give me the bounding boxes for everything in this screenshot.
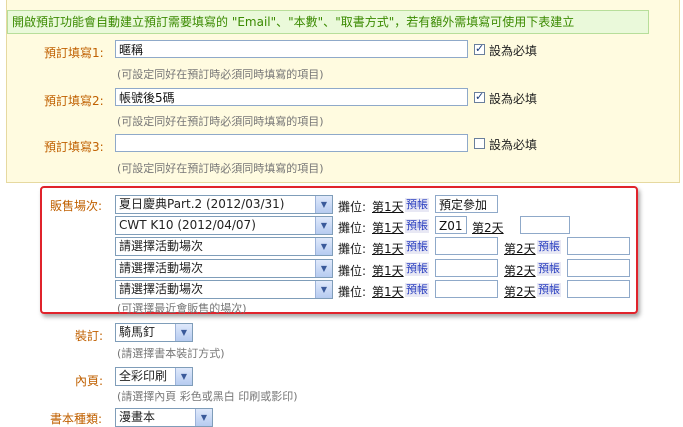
binding-select-value: 騎馬釘 bbox=[119, 325, 156, 339]
day1-booth-input-2[interactable]: Z01 bbox=[435, 216, 467, 234]
preorder-field-1-label: 預訂填寫1: bbox=[44, 46, 104, 60]
day1-label-2: 第1天 bbox=[372, 221, 404, 235]
book-type-select[interactable]: 漫畫本 ▼ bbox=[115, 408, 213, 427]
chevron-down-icon: ▼ bbox=[315, 238, 332, 255]
preorder-book-link-4[interactable]: 預帳 bbox=[405, 262, 429, 276]
event-select-3-value: 請選擇活動場次 bbox=[119, 239, 204, 253]
booth-label-5: 攤位: bbox=[338, 285, 367, 299]
binding-hint: (請選擇書本裝訂方式) bbox=[117, 347, 225, 360]
preorder-field-2-required-checkbox[interactable] bbox=[474, 90, 485, 103]
preorder-field-1-hint: (可設定同好在預訂時必須同時填寫的項目) bbox=[117, 68, 324, 81]
event-select-1-value: 夏日慶典Part.2 (2012/03/31) bbox=[119, 197, 285, 211]
day2-booth-input-5[interactable] bbox=[567, 280, 630, 298]
preorder-field-3-label: 預訂填寫3: bbox=[44, 140, 104, 154]
event-select-3[interactable]: 請選擇活動場次 ▼ bbox=[115, 237, 333, 256]
chevron-down-icon: ▼ bbox=[315, 196, 332, 213]
booth-label-3: 攤位: bbox=[338, 242, 367, 256]
preorder-book-link-1[interactable]: 預帳 bbox=[405, 198, 429, 212]
preorder-book-link-4b[interactable]: 預帳 bbox=[537, 262, 561, 276]
binding-label: 裝訂: bbox=[75, 329, 104, 343]
chevron-down-icon: ▼ bbox=[315, 217, 332, 234]
day1-label-1: 第1天 bbox=[372, 200, 404, 214]
preorder-field-3-required-checkbox[interactable] bbox=[474, 138, 485, 149]
pages-hint: (請選擇內頁 彩色或黑白 印刷或影印) bbox=[117, 390, 298, 403]
day2-booth-input-3[interactable] bbox=[567, 237, 630, 255]
pages-select[interactable]: 全彩印刷 ▼ bbox=[115, 367, 193, 386]
preorder-field-1-input[interactable]: 暱稱 bbox=[115, 40, 468, 58]
day1-label-4: 第1天 bbox=[372, 264, 404, 278]
day1-booth-input-5[interactable] bbox=[435, 280, 498, 298]
preorder-book-link-2[interactable]: 預帳 bbox=[405, 219, 429, 233]
day2-booth-input-4[interactable] bbox=[567, 259, 630, 277]
preorder-field-3-input[interactable] bbox=[115, 134, 468, 152]
day2-label-2: 第2天 bbox=[472, 221, 504, 235]
preorder-book-link-5[interactable]: 預帳 bbox=[405, 283, 429, 297]
pages-select-value: 全彩印刷 bbox=[119, 369, 168, 383]
day2-label-3: 第2天 bbox=[504, 242, 536, 256]
day1-booth-input-4[interactable] bbox=[435, 259, 498, 277]
booth-label-4: 攤位: bbox=[338, 264, 367, 278]
day1-label-5: 第1天 bbox=[372, 285, 404, 299]
event-select-4-value: 請選擇活動場次 bbox=[119, 261, 204, 275]
book-type-label: 書本種類: bbox=[50, 412, 103, 426]
booth-label-2: 攤位: bbox=[338, 221, 367, 235]
preorder-field-1-required-checkbox[interactable] bbox=[474, 42, 485, 55]
day2-label-5: 第2天 bbox=[504, 285, 536, 299]
chevron-down-icon: ▼ bbox=[315, 281, 332, 298]
pages-label: 內頁: bbox=[75, 374, 104, 388]
preorder-field-2-hint: (可設定同好在預訂時必須同時填寫的項目) bbox=[117, 115, 324, 128]
preorder-book-link-3b[interactable]: 預帳 bbox=[537, 240, 561, 254]
preorder-field-2-required-label: 設為必填 bbox=[489, 92, 538, 106]
booth-label-1: 攤位: bbox=[338, 200, 367, 214]
day2-label-4: 第2天 bbox=[504, 264, 536, 278]
preorder-field-3-required-label: 設為必填 bbox=[489, 138, 538, 152]
day1-booth-input-3[interactable] bbox=[435, 237, 498, 255]
day2-booth-input-2[interactable] bbox=[520, 216, 570, 234]
event-select-5-value: 請選擇活動場次 bbox=[119, 282, 204, 296]
preorder-book-link-5b[interactable]: 預帳 bbox=[537, 283, 561, 297]
preorder-field-3-hint: (可設定同好在預訂時必須同時填寫的項目) bbox=[117, 162, 324, 175]
event-select-5[interactable]: 請選擇活動場次 ▼ bbox=[115, 280, 333, 299]
sales-hint: (可選擇最近會販售的場次) bbox=[117, 302, 247, 315]
preorder-field-2-input[interactable]: 帳號後5碼 bbox=[115, 88, 468, 106]
preorder-field-2-label: 預訂填寫2: bbox=[44, 94, 104, 108]
preorder-field-1-required-label: 設為必填 bbox=[489, 44, 538, 58]
sales-label: 販售場次: bbox=[50, 199, 103, 213]
chevron-down-icon: ▼ bbox=[195, 409, 212, 426]
event-select-2-value: CWT K10 (2012/04/07) bbox=[119, 218, 256, 232]
event-select-4[interactable]: 請選擇活動場次 ▼ bbox=[115, 259, 333, 278]
binding-select[interactable]: 騎馬釘 ▼ bbox=[115, 323, 193, 342]
preorder-notice: 開啟預訂功能會自動建立預訂需要填寫的 "Email"、"本數"、"取書方式"，若… bbox=[7, 10, 649, 34]
event-select-1[interactable]: 夏日慶典Part.2 (2012/03/31) ▼ bbox=[115, 195, 333, 214]
event-select-2[interactable]: CWT K10 (2012/04/07) ▼ bbox=[115, 216, 333, 235]
book-type-select-value: 漫畫本 bbox=[119, 410, 156, 424]
chevron-down-icon: ▼ bbox=[315, 260, 332, 277]
day1-label-3: 第1天 bbox=[372, 242, 404, 256]
chevron-down-icon: ▼ bbox=[175, 368, 192, 385]
preorder-book-link-3[interactable]: 預帳 bbox=[405, 240, 429, 254]
day1-booth-input-1[interactable]: 預定參加 bbox=[435, 195, 498, 213]
chevron-down-icon: ▼ bbox=[175, 324, 192, 341]
